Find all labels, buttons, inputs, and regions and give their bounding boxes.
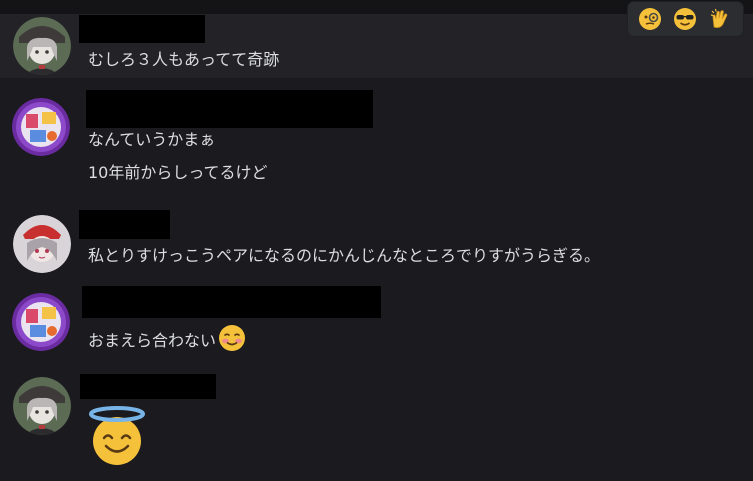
avatar-image	[13, 17, 71, 75]
username-redacted[interactable]	[80, 374, 216, 399]
message-text: なんていうかまぁ	[88, 130, 216, 149]
smiling-face-with-halo-icon	[86, 406, 148, 470]
avatar-image	[12, 98, 70, 156]
avatar-image	[12, 293, 70, 351]
message-item: むしろ３人もあってて奇跡	[0, 14, 753, 78]
user-avatar[interactable]	[12, 293, 70, 351]
username-redacted[interactable]	[79, 15, 205, 43]
smiling-face-blushing-icon	[218, 324, 246, 358]
avatar-image	[13, 377, 71, 435]
message-text: おまえら合わない	[88, 331, 217, 350]
user-avatar[interactable]	[13, 215, 71, 273]
username-redacted[interactable]	[82, 286, 381, 318]
message-text: 私とりすけっこうペアになるのにかんじんなところでりすがうらぎる。	[88, 246, 601, 265]
username-redacted[interactable]	[86, 90, 373, 128]
username-redacted[interactable]	[79, 210, 170, 239]
message-item	[0, 368, 753, 481]
message-text-row: おまえら合わない	[88, 324, 246, 358]
message-item: 私とりすけっこうペアになるのにかんじんなところでりすがうらぎる。	[0, 208, 753, 278]
user-avatar[interactable]	[13, 17, 71, 75]
user-avatar[interactable]	[12, 98, 70, 156]
message-text: 10年前からしってるけど	[88, 163, 268, 182]
user-avatar[interactable]	[13, 377, 71, 435]
message-text: むしろ３人もあってて奇跡	[88, 50, 280, 69]
message-item: なんていうかまぁ 10年前からしってるけど	[0, 88, 753, 198]
avatar-image	[13, 215, 71, 273]
message-item: おまえら合わない	[0, 285, 753, 355]
